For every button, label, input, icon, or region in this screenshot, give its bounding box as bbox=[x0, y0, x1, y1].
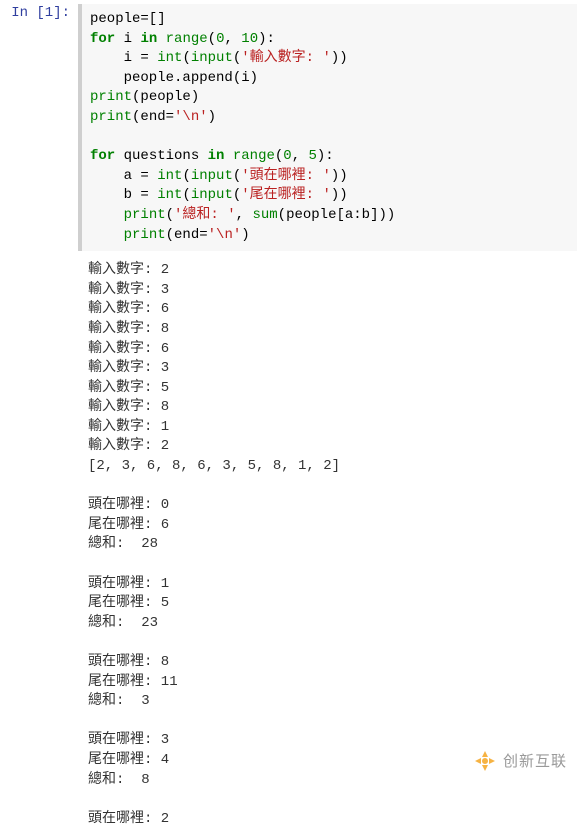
builtin-int: int bbox=[157, 187, 182, 203]
code-text: ( bbox=[182, 187, 190, 203]
builtin-int: int bbox=[157, 50, 182, 66]
kw-in: in bbox=[208, 148, 225, 164]
code-text: i bbox=[115, 31, 140, 47]
code-text: , bbox=[236, 207, 253, 223]
code-text: people.append(i) bbox=[90, 70, 258, 86]
builtin-input: input bbox=[191, 187, 233, 203]
string: '頭在哪裡: ' bbox=[241, 168, 331, 184]
num: 0 bbox=[283, 148, 291, 164]
code-text: (people[a:b])) bbox=[278, 207, 396, 223]
code-text: ): bbox=[258, 31, 275, 47]
builtin-input: input bbox=[191, 50, 233, 66]
builtin-print: print bbox=[90, 109, 132, 125]
code-text: questions bbox=[115, 148, 207, 164]
code-text: (end= bbox=[166, 227, 208, 243]
code-text: ( bbox=[233, 187, 241, 203]
string: '尾在哪裡: ' bbox=[241, 187, 331, 203]
code-text: a = bbox=[90, 168, 157, 184]
builtin-print: print bbox=[124, 207, 166, 223]
code-text: ( bbox=[233, 50, 241, 66]
code-text: ) bbox=[208, 109, 216, 125]
code-text: , bbox=[292, 148, 309, 164]
builtin-range: range bbox=[233, 148, 275, 164]
builtin-sum: sum bbox=[252, 207, 277, 223]
code-input-area[interactable]: people=[] for i in range(0, 10): i = int… bbox=[78, 4, 577, 251]
builtin-print: print bbox=[90, 89, 132, 105]
code-text bbox=[224, 148, 232, 164]
builtin-input: input bbox=[191, 168, 233, 184]
string: '輸入數字: ' bbox=[241, 50, 331, 66]
builtin-range: range bbox=[166, 31, 208, 47]
code-text: ( bbox=[208, 31, 216, 47]
string: '\n' bbox=[208, 227, 242, 243]
code-text: )) bbox=[331, 50, 348, 66]
input-prompt: In [1]: bbox=[0, 4, 78, 251]
watermark-text: 创新互联 bbox=[503, 751, 567, 772]
watermark-icon bbox=[473, 749, 497, 773]
string: '\n' bbox=[174, 109, 208, 125]
code-text: ( bbox=[233, 168, 241, 184]
code-text: ( bbox=[182, 168, 190, 184]
code-text bbox=[90, 227, 124, 243]
code-text: i = bbox=[90, 50, 157, 66]
watermark: 创新互联 bbox=[473, 749, 567, 773]
code-text: ) bbox=[241, 227, 249, 243]
code-text: ( bbox=[182, 50, 190, 66]
code-text: ( bbox=[166, 207, 174, 223]
code-text bbox=[157, 31, 165, 47]
code-line-1: people=[] bbox=[90, 11, 166, 27]
kw-for: for bbox=[90, 148, 115, 164]
code-text: ): bbox=[317, 148, 334, 164]
code-text: )) bbox=[331, 187, 348, 203]
builtin-print: print bbox=[124, 227, 166, 243]
string: '總和: ' bbox=[174, 207, 236, 223]
code-text: b = bbox=[90, 187, 157, 203]
builtin-int: int bbox=[157, 168, 182, 184]
code-text: (people) bbox=[132, 89, 199, 105]
num: 5 bbox=[309, 148, 317, 164]
code-text: , bbox=[224, 31, 241, 47]
code-text: )) bbox=[331, 168, 348, 184]
code-text: (end= bbox=[132, 109, 174, 125]
code-text bbox=[90, 207, 124, 223]
kw-in: in bbox=[140, 31, 157, 47]
kw-for: for bbox=[90, 31, 115, 47]
code-cell: In [1]: people=[] for i in range(0, 10):… bbox=[0, 0, 577, 255]
num: 10 bbox=[241, 31, 258, 47]
